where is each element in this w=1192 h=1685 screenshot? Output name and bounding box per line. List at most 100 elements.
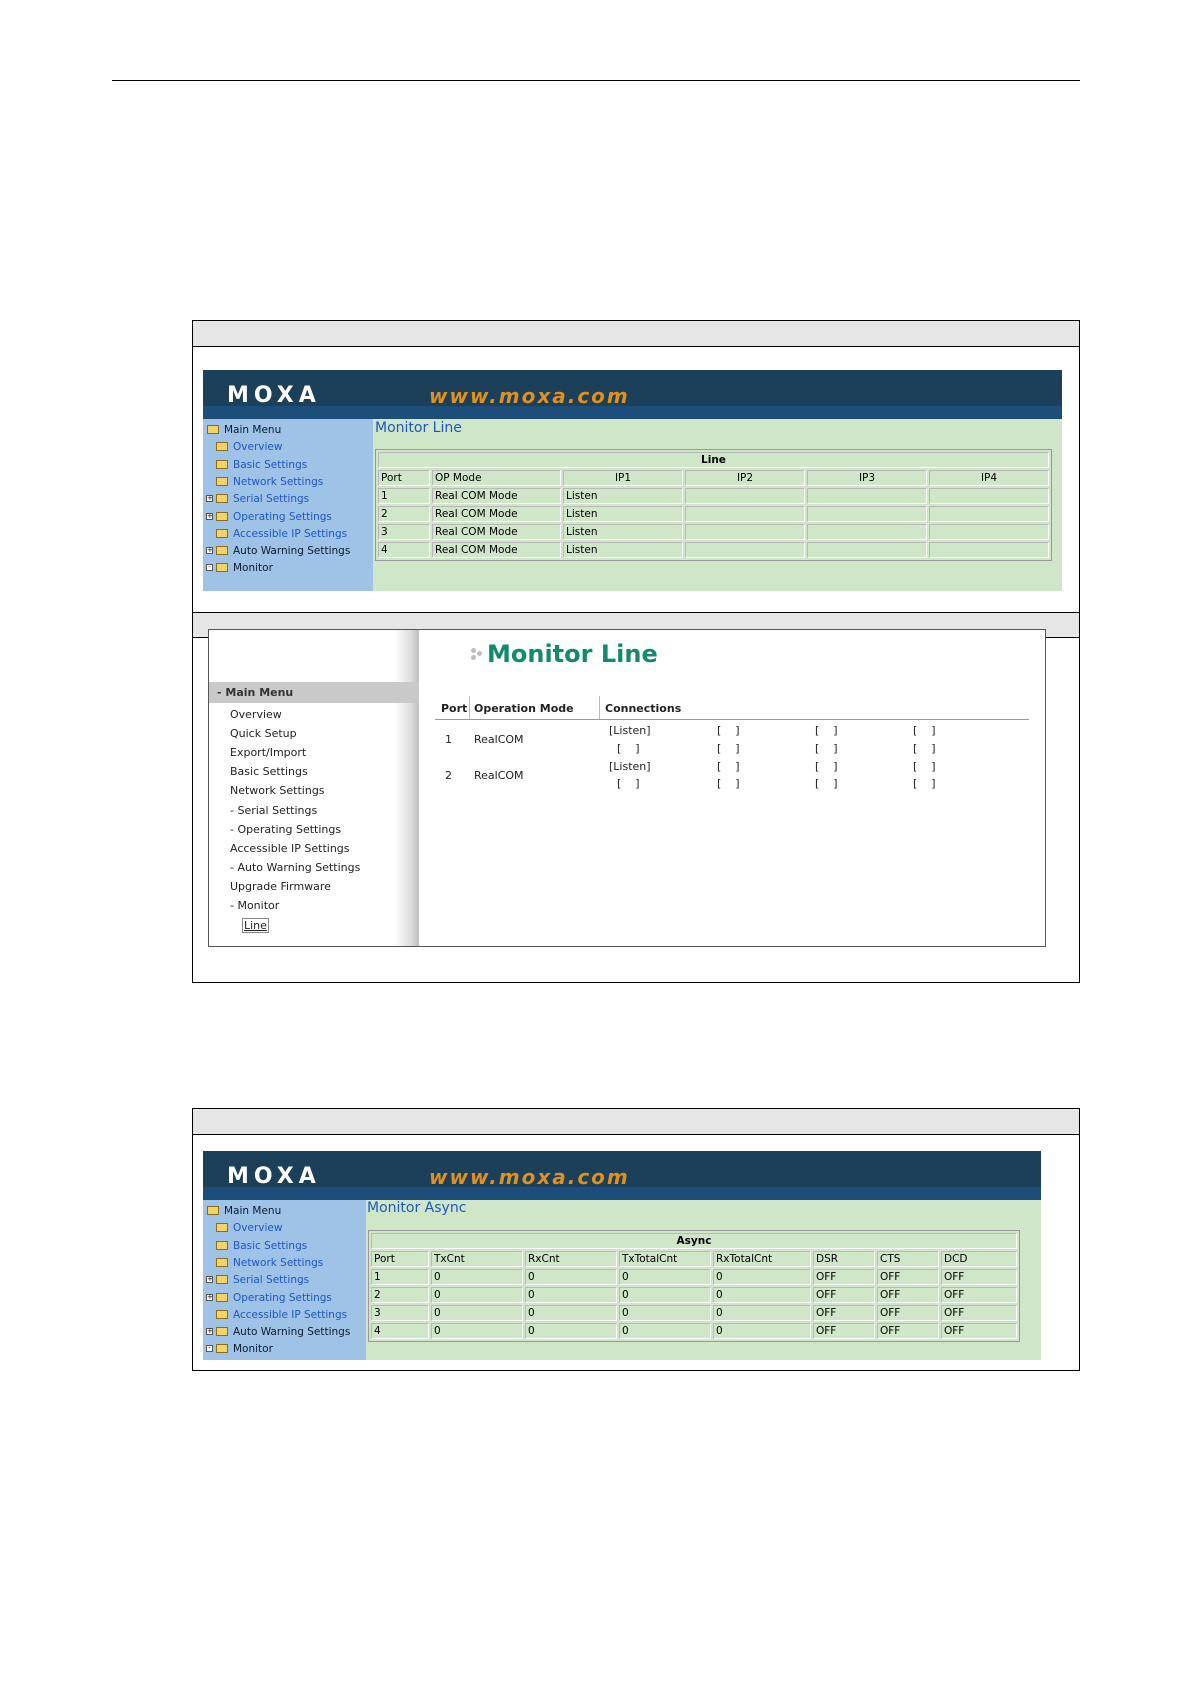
sidebar-item-operating-settings[interactable]: - Operating Settings	[230, 823, 341, 836]
table-caption: Async	[371, 1233, 1017, 1249]
sidebar-menu: - Main Menu Overview Quick Setup Export/Im…	[209, 630, 419, 946]
connection-cell: [Listen]	[609, 759, 651, 773]
collapse-icon[interactable]: -	[206, 564, 213, 572]
table-cell: 0	[525, 1305, 617, 1321]
connection-cell: [ ]	[815, 777, 838, 790]
sidebar-item-accessible-ip-settings[interactable]: Accessible IP Settings	[203, 525, 373, 543]
moxa-classic-ui-async: MOXA www.moxa.com Main Menu Overview Basic…	[203, 1151, 1041, 1360]
expand-icon[interactable]: +	[206, 1328, 213, 1336]
sidebar-item-network-settings[interactable]: Network Settings	[203, 473, 373, 491]
table-cell: 0	[431, 1305, 523, 1321]
sidebar-item-label: Operating Settings	[233, 510, 332, 523]
column-header-rxcnt: RxCnt	[525, 1251, 617, 1267]
sidebar-item-main-menu[interactable]: Main Menu	[203, 1202, 366, 1220]
column-header-port: Port	[378, 470, 430, 486]
sidebar-item-serial-settings[interactable]: + Serial Settings	[203, 1271, 366, 1289]
moxa-url: www.moxa.com	[429, 1165, 630, 1189]
folder-icon	[216, 528, 228, 538]
column-header-cts: CTS	[877, 1251, 939, 1267]
table-cell: 0	[619, 1323, 711, 1339]
column-header-txcnt: TxCnt	[431, 1251, 523, 1267]
table-cell: 1	[378, 488, 430, 504]
expand-icon[interactable]: +	[206, 495, 213, 503]
connection-cell: [ ]	[913, 759, 936, 773]
sidebar-item-auto-warning-settings[interactable]: + Auto Warning Settings	[203, 1323, 366, 1341]
sidebar-item-quick-setup[interactable]: Quick Setup	[230, 727, 297, 740]
table-cell: 0	[619, 1269, 711, 1285]
table-cell: 3	[378, 524, 430, 540]
table-cell	[929, 506, 1049, 522]
sidebar-item-basic-settings[interactable]: Basic Settings	[203, 1237, 366, 1255]
main-menu-header[interactable]: - Main Menu	[209, 682, 419, 703]
sidebar-item-export-import[interactable]: Export/Import	[230, 746, 306, 759]
sidebar-item-label: Main Menu	[224, 1205, 282, 1217]
sidebar-item-serial-settings[interactable]: - Serial Settings	[230, 804, 317, 817]
connection-cell: [ ]	[717, 741, 740, 755]
table-cell	[929, 524, 1049, 540]
moxa-classic-ui-line: MOXA www.moxa.com Main Menu Overview Basic…	[203, 370, 1062, 591]
sidebar-item-basic-settings[interactable]: Basic Settings	[203, 456, 373, 474]
table-cell: 0	[713, 1323, 811, 1339]
sidebar-item-overview[interactable]: Overview	[203, 1219, 366, 1237]
table-cell	[685, 488, 805, 504]
folder-icon	[207, 1206, 219, 1215]
expand-icon[interactable]: +	[206, 1276, 213, 1284]
moxa-banner: MOXA www.moxa.com	[203, 1151, 1041, 1200]
sidebar-item-upgrade-firmware[interactable]: Upgrade Firmware	[230, 880, 331, 893]
sidebar-item-main-menu[interactable]: Main Menu	[203, 421, 373, 439]
content-area: Monitor Async Async Port TxCnt RxCnt TxTotal…	[366, 1200, 1041, 1360]
line-table: Line Port OP Mode IP1 IP2 IP3 IP4 1 Real COM Mod…	[375, 449, 1052, 561]
table-cell: 0	[431, 1287, 523, 1303]
expand-icon[interactable]: +	[206, 547, 213, 555]
column-header-connections: Connections	[605, 702, 682, 715]
sidebar-item-label: Monitor	[233, 562, 273, 575]
table-caption: Line	[378, 452, 1049, 468]
folder-icon	[216, 1257, 228, 1267]
sidebar-item-accessible-ip-settings[interactable]: Accessible IP Settings	[230, 842, 350, 855]
folder-icon	[207, 425, 219, 434]
expand-icon[interactable]: +	[206, 512, 213, 520]
port-cell: 2	[445, 768, 452, 782]
collapse-icon[interactable]: -	[206, 1345, 213, 1353]
table-cell: OFF	[813, 1305, 875, 1321]
sidebar-item-auto-warning-settings[interactable]: + Auto Warning Settings	[203, 542, 373, 560]
sidebar-item-monitor[interactable]: - Monitor	[203, 1340, 366, 1358]
folder-icon	[216, 1223, 228, 1233]
sidebar-item-monitor[interactable]: - Monitor	[203, 559, 373, 577]
sidebar-item-overview[interactable]: Overview	[203, 438, 373, 456]
folder-icon	[216, 476, 228, 486]
table-cell: 0	[525, 1269, 617, 1285]
folder-icon	[216, 563, 228, 573]
table-cell: Real COM Mode	[432, 506, 561, 522]
sidebar-item-line[interactable]: Line	[242, 918, 269, 934]
sidebar-item-label: Overview	[233, 441, 283, 454]
column-header-ip2: IP2	[685, 470, 805, 486]
sidebar-item-label: Basic Settings	[233, 1239, 308, 1252]
sidebar-item-accessible-ip-settings[interactable]: Accessible IP Settings	[203, 1306, 366, 1324]
table-cell: OFF	[813, 1323, 875, 1339]
connection-cell: [ ]	[913, 777, 936, 790]
page-top-rule	[112, 80, 1080, 81]
sidebar-item-operating-settings[interactable]: + Operating Settings	[203, 1289, 366, 1307]
table-row: 2 Real COM Mode Listen	[378, 506, 1049, 522]
sidebar-item-serial-settings[interactable]: + Serial Settings	[203, 490, 373, 508]
table-cell: Listen	[563, 524, 683, 540]
sidebar-item-operating-settings[interactable]: + Operating Settings	[203, 508, 373, 526]
sidebar-item-overview[interactable]: Overview	[230, 708, 282, 721]
expand-icon[interactable]: +	[206, 1293, 213, 1301]
table-cell: 0	[431, 1323, 523, 1339]
column-header-op-mode: OP Mode	[432, 470, 561, 486]
folder-icon	[216, 1240, 228, 1250]
sidebar-item-monitor[interactable]: - Monitor	[230, 899, 279, 912]
mode-cell: RealCOM	[474, 733, 524, 746]
table-cell: 2	[378, 506, 430, 522]
sidebar-item-basic-settings[interactable]: Basic Settings	[230, 765, 308, 778]
table-cell	[685, 524, 805, 540]
table-cell: OFF	[941, 1323, 1017, 1339]
sidebar-item-network-settings[interactable]: Network Settings	[203, 1254, 366, 1272]
sidebar-item-label: Serial Settings	[233, 1274, 310, 1287]
sidebar-menu: Main Menu Overview Basic Settings Network S…	[203, 419, 373, 591]
sidebar-item-auto-warning-settings[interactable]: - Auto Warning Settings	[230, 861, 360, 874]
sidebar-item-network-settings[interactable]: Network Settings	[230, 784, 325, 797]
folder-icon	[216, 459, 228, 469]
